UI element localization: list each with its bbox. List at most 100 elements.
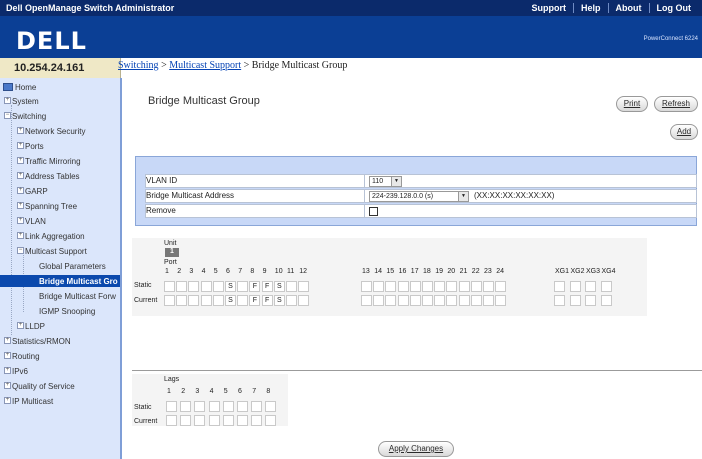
- static-port-cell-4[interactable]: [200, 281, 212, 292]
- lag-current-cell-6[interactable]: [237, 415, 248, 426]
- current-port-cell-17[interactable]: [409, 295, 421, 306]
- sidebar-item-link-aggregation[interactable]: + Link Aggregation: [0, 230, 120, 242]
- current-port-cell-XG1[interactable]: [554, 295, 565, 306]
- lag-static-cell-6[interactable]: [237, 401, 248, 412]
- static-port-cell-XG1[interactable]: [554, 281, 565, 292]
- static-port-cell-19[interactable]: [434, 281, 446, 292]
- vlan-id-select[interactable]: 110 ▼: [369, 176, 402, 187]
- static-port-cell-XG2[interactable]: [569, 281, 581, 292]
- static-port-cell-6[interactable]: S: [225, 281, 236, 292]
- static-port-cell-23[interactable]: [483, 281, 494, 292]
- lag-current-cell-7[interactable]: [251, 415, 263, 426]
- static-port-cell-22[interactable]: [470, 281, 482, 292]
- collapse-icon[interactable]: −: [4, 112, 11, 119]
- current-port-cell-8[interactable]: F: [249, 295, 261, 306]
- current-port-cell-18[interactable]: [422, 295, 433, 306]
- static-port-cell-21[interactable]: [458, 281, 470, 292]
- static-port-cell-2[interactable]: [176, 281, 188, 292]
- current-port-cell-20[interactable]: [446, 295, 458, 306]
- static-port-cell-20[interactable]: [446, 281, 458, 292]
- lag-static-cell-4[interactable]: [208, 401, 220, 412]
- static-port-cell-XG3[interactable]: [585, 281, 596, 292]
- static-port-cell-5[interactable]: [212, 281, 224, 292]
- current-port-cell-14[interactable]: [373, 295, 385, 306]
- current-port-cell-1[interactable]: [164, 295, 175, 306]
- sidebar-item-lldp[interactable]: + LLDP: [0, 320, 120, 332]
- expand-icon[interactable]: +: [4, 337, 11, 344]
- static-port-cell-14[interactable]: [373, 281, 385, 292]
- current-port-cell-12[interactable]: [298, 295, 310, 306]
- current-port-cell-13[interactable]: [361, 295, 372, 306]
- current-port-cell-16[interactable]: [397, 295, 409, 306]
- expand-icon[interactable]: +: [4, 352, 11, 359]
- static-port-cell-13[interactable]: [361, 281, 372, 292]
- sidebar-item-spanning-tree[interactable]: + Spanning Tree: [0, 200, 120, 212]
- current-port-cell-7[interactable]: [237, 295, 249, 306]
- current-port-cell-4[interactable]: [200, 295, 212, 306]
- sidebar-item-home[interactable]: Home: [0, 81, 120, 93]
- apply-changes-button[interactable]: Apply Changes: [378, 441, 454, 457]
- static-port-cell-11[interactable]: [286, 281, 297, 292]
- static-port-cell-24[interactable]: [495, 281, 507, 292]
- static-port-cell-XG4[interactable]: [600, 281, 612, 292]
- sidebar-item-igmp-snooping[interactable]: IGMP Snooping: [0, 305, 120, 317]
- sidebar-item-multicast-support[interactable]: − Multicast Support: [0, 245, 120, 257]
- lag-static-cell-8[interactable]: [265, 401, 277, 412]
- sidebar-item-system[interactable]: + System: [0, 95, 120, 107]
- support-link[interactable]: Support: [524, 3, 573, 13]
- help-link[interactable]: Help: [572, 3, 608, 13]
- sidebar-item-garp[interactable]: + GARP: [0, 185, 120, 197]
- lag-static-cell-2[interactable]: [180, 401, 192, 412]
- static-port-cell-3[interactable]: [188, 281, 200, 292]
- expand-icon[interactable]: +: [17, 157, 24, 164]
- sidebar-item-address-tables[interactable]: + Address Tables: [0, 170, 120, 182]
- remove-checkbox[interactable]: [369, 207, 378, 216]
- static-port-cell-17[interactable]: [409, 281, 421, 292]
- logout-link[interactable]: Log Out: [648, 3, 699, 13]
- chevron-down-icon[interactable]: ▼: [458, 192, 468, 201]
- sidebar-item-vlan[interactable]: + VLAN: [0, 215, 120, 227]
- current-port-cell-XG4[interactable]: [600, 295, 612, 306]
- current-port-cell-15[interactable]: [385, 295, 397, 306]
- current-port-cell-11[interactable]: [286, 295, 297, 306]
- expand-icon[interactable]: +: [17, 217, 24, 224]
- bridge-multicast-address-select[interactable]: 224-239.128.0.0 (s) ▼: [369, 191, 469, 202]
- lag-static-cell-1[interactable]: [166, 401, 177, 412]
- current-port-cell-3[interactable]: [188, 295, 200, 306]
- current-port-cell-10[interactable]: S: [273, 295, 285, 306]
- add-button[interactable]: Add: [670, 124, 698, 140]
- current-port-cell-XG3[interactable]: [585, 295, 596, 306]
- lag-static-cell-3[interactable]: [194, 401, 206, 412]
- lag-current-cell-8[interactable]: [265, 415, 277, 426]
- lag-current-cell-2[interactable]: [180, 415, 192, 426]
- lag-static-cell-5[interactable]: [222, 401, 234, 412]
- lag-static-cell-7[interactable]: [251, 401, 263, 412]
- current-port-cell-6[interactable]: S: [225, 295, 236, 306]
- expand-icon[interactable]: +: [17, 322, 24, 329]
- sidebar-item-bridge-multicast-forward[interactable]: Bridge Multicast Forw: [0, 290, 120, 302]
- static-port-cell-1[interactable]: [164, 281, 175, 292]
- breadcrumb-multicast-support[interactable]: Multicast Support: [169, 60, 241, 71]
- current-port-cell-9[interactable]: F: [261, 295, 273, 306]
- sidebar-item-ipv6[interactable]: + IPv6: [0, 365, 120, 377]
- expand-icon[interactable]: +: [4, 397, 11, 404]
- expand-icon[interactable]: +: [4, 97, 11, 104]
- sidebar-item-network-security[interactable]: + Network Security: [0, 125, 120, 137]
- current-port-cell-21[interactable]: [458, 295, 470, 306]
- sidebar-item-ports[interactable]: + Ports: [0, 140, 120, 152]
- sidebar-item-statistics-rmon[interactable]: + Statistics/RMON: [0, 335, 120, 347]
- expand-icon[interactable]: +: [17, 232, 24, 239]
- static-port-cell-12[interactable]: [298, 281, 310, 292]
- sidebar-item-switching[interactable]: − Switching: [0, 110, 120, 122]
- sidebar-item-bridge-multicast-group[interactable]: Bridge Multicast Gro: [0, 275, 120, 287]
- unit-1-tab[interactable]: 1: [165, 248, 179, 257]
- current-port-cell-22[interactable]: [470, 295, 482, 306]
- about-link[interactable]: About: [607, 3, 649, 13]
- expand-icon[interactable]: +: [17, 187, 24, 194]
- sidebar-item-traffic-mirroring[interactable]: + Traffic Mirroring: [0, 155, 120, 167]
- chevron-down-icon[interactable]: ▼: [391, 177, 401, 186]
- sidebar-item-ip-multicast[interactable]: + IP Multicast: [0, 395, 120, 407]
- current-port-cell-19[interactable]: [434, 295, 446, 306]
- static-port-cell-9[interactable]: F: [261, 281, 273, 292]
- static-port-cell-8[interactable]: F: [249, 281, 261, 292]
